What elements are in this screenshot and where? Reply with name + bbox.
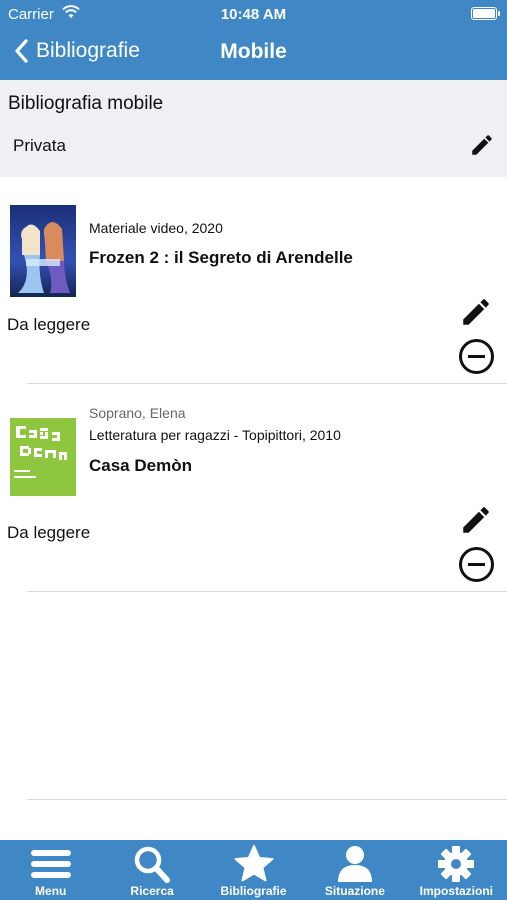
- movie-poster-icon: [10, 205, 76, 297]
- minus-circle-icon[interactable]: [458, 546, 495, 583]
- tab-menu[interactable]: Menu: [0, 840, 101, 900]
- menu-icon: [30, 850, 71, 878]
- back-label: Bibliografie: [36, 39, 140, 62]
- chevron-left-icon: [15, 39, 28, 63]
- minus-circle-icon[interactable]: [458, 338, 495, 375]
- tab-situazione[interactable]: Situazione: [304, 840, 405, 900]
- pencil-icon[interactable]: [469, 132, 495, 158]
- cover-image: [10, 205, 76, 297]
- navigation-bar: Bibliografie Mobile: [0, 28, 507, 80]
- top-bar: Carrier 10:48 AM Bibliografie Mobile: [0, 0, 507, 80]
- tab-label: Ricerca: [130, 884, 174, 898]
- battery-icon: [471, 7, 500, 20]
- book-cover-icon: [10, 418, 76, 496]
- reading-status: Da leggere: [7, 523, 91, 542]
- bibliography-name: Bibliografia mobile: [8, 93, 164, 114]
- pencil-icon[interactable]: [459, 295, 493, 329]
- tab-label: Menu: [35, 884, 67, 898]
- reading-status: Da leggere: [7, 315, 91, 334]
- gear-icon: [438, 846, 475, 882]
- bibliography-visibility: Privata: [13, 136, 66, 155]
- clock: 10:48 AM: [220, 6, 287, 23]
- tab-bar: Menu Ricerca Bibliografie Situazione Imp…: [0, 840, 507, 900]
- status-bar: Carrier 10:48 AM: [0, 0, 507, 28]
- search-icon: [134, 846, 171, 883]
- tab-bibliografie[interactable]: Bibliografie: [203, 840, 304, 900]
- tab-label: Bibliografie: [220, 884, 287, 898]
- author-name: Soprano, Elena: [89, 405, 186, 421]
- pencil-icon[interactable]: [459, 503, 493, 537]
- material-info: Letteratura per ragazzi - Topipittori, 2…: [89, 427, 341, 443]
- tab-impostazioni[interactable]: Impostazioni: [406, 840, 507, 900]
- list-item[interactable]: Materiale video, 2020 Frozen 2 : il Segr…: [0, 185, 507, 385]
- star-icon: [234, 845, 273, 882]
- bibliography-header: Bibliografia mobile Privata: [0, 80, 507, 177]
- list-item[interactable]: Soprano, Elena Letteratura per ragazzi -…: [0, 393, 507, 593]
- tab-ricerca[interactable]: Ricerca: [101, 840, 202, 900]
- divider: [27, 799, 507, 800]
- item-title: Frozen 2 : il Segreto di Arendelle: [89, 248, 353, 267]
- back-button[interactable]: Bibliografie: [12, 38, 140, 64]
- divider: [27, 591, 507, 592]
- tab-label: Situazione: [324, 884, 385, 898]
- divider: [27, 383, 507, 384]
- item-title: Casa Demòn: [89, 456, 192, 475]
- cover-image: [10, 418, 76, 496]
- tab-label: Impostazioni: [419, 884, 493, 898]
- user-icon: [337, 846, 372, 882]
- material-info: Materiale video, 2020: [89, 220, 223, 236]
